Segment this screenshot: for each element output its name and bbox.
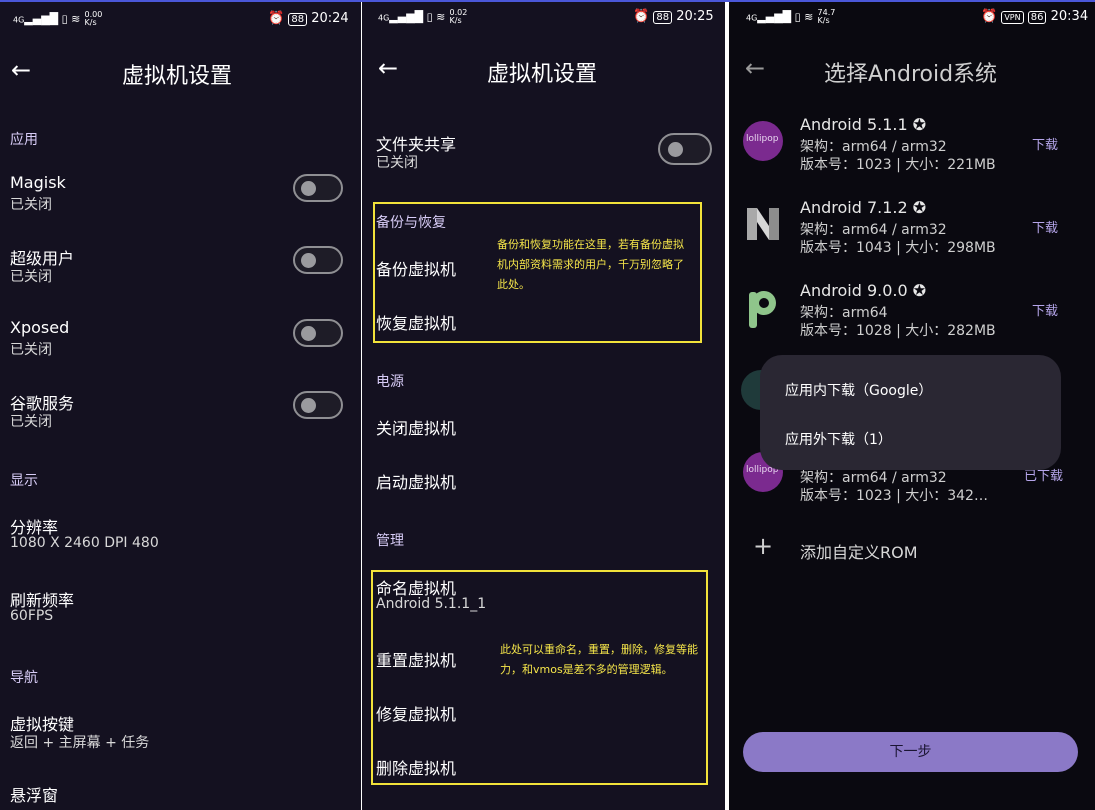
status-time: 20:34 xyxy=(1050,9,1089,24)
rom-arch: 架构：arm64 / arm32 xyxy=(800,222,947,238)
add-custom-rom[interactable]: 添加自定义ROM xyxy=(800,539,918,563)
battery-indicator: 86 xyxy=(1027,11,1047,24)
floating-window-title[interactable]: 悬浮窗 xyxy=(10,782,58,806)
rom-version: 版本号：1043 | 大小：298MB xyxy=(800,240,996,256)
manage-annotation: 此处可以重命名，重置，删除，修复等能力，和vmos是差不多的管理逻辑。 xyxy=(500,643,698,676)
xposed-toggle[interactable] xyxy=(293,319,343,347)
xposed-title: Xposed xyxy=(10,318,70,337)
back-arrow-icon[interactable]: ← xyxy=(745,54,765,82)
plus-icon[interactable]: + xyxy=(753,532,773,560)
section-display: 显示 xyxy=(10,473,38,489)
verified-icon: ✪ xyxy=(912,115,927,134)
status-time: 20:25 xyxy=(676,9,714,24)
battery-indicator: 88 xyxy=(288,13,308,26)
section-navigation: 导航 xyxy=(10,670,38,686)
alarm-icon: ⏰ xyxy=(633,9,650,24)
rom-version: 版本号：1023 | 大小：342… xyxy=(800,488,988,504)
android-system-picker: 4G▂▄▆█ ▯ ≋ 74.7 K/s ⏰ VPN 86 20:34 ← 选择A… xyxy=(729,2,1095,810)
section-manage: 管理 xyxy=(376,533,404,549)
google-services-status: 已关闭 xyxy=(10,414,52,430)
back-arrow-icon[interactable]: ← xyxy=(11,56,31,84)
rom-version: 版本号：1023 | 大小：221MB xyxy=(800,157,996,173)
superuser-status: 已关闭 xyxy=(10,269,52,285)
refresh-rate-value: 60FPS xyxy=(10,608,54,624)
start-vm-item[interactable]: 启动虚拟机 xyxy=(376,469,456,493)
rom-name: Android 9.0.0 ✪ xyxy=(800,281,927,300)
rom-version: 版本号：1028 | 大小：282MB xyxy=(800,323,996,339)
rom-arch: 架构：arm64 / arm32 xyxy=(800,470,947,486)
magisk-status: 已关闭 xyxy=(10,197,52,213)
virtual-keys-value: 返回 + 主屏幕 + 任务 xyxy=(10,735,150,751)
xposed-status: 已关闭 xyxy=(10,342,52,358)
vpn-icon: VPN xyxy=(1001,11,1024,24)
resolution-value: 1080 X 2460 DPI 480 xyxy=(10,535,159,551)
status-right: ⏰ VPN 86 20:34 xyxy=(981,9,1088,24)
rom-arch: 架构：arm64 / arm32 xyxy=(800,139,947,155)
page-title: 虚拟机设置 xyxy=(487,62,598,87)
magisk-toggle[interactable] xyxy=(293,174,343,202)
backup-annotation: 备份和恢复功能在这里，若有备份虚拟机内部资料需求的用户，千万别忽略了此处。 xyxy=(497,238,684,291)
menu-item-download-outside[interactable]: 应用外下载（1） xyxy=(785,429,892,449)
settings-panel-apps: 4G▂▄▆█ ▯ ≋ 0.00 K/s ⏰ 88 20:24 ← 虚拟机设置 应… xyxy=(0,2,361,810)
page-title: 虚拟机设置 xyxy=(122,64,233,89)
alarm-icon: ⏰ xyxy=(981,9,998,24)
verified-icon: ✪ xyxy=(912,198,927,217)
next-button[interactable]: 下一步 xyxy=(743,732,1078,772)
restore-vm-item[interactable]: 恢复虚拟机 xyxy=(376,310,456,334)
menu-item-download-inside[interactable]: 应用内下载（Google） xyxy=(785,380,932,400)
magisk-title: Magisk xyxy=(10,173,66,192)
rom-name: Android 7.1.2 ✪ xyxy=(800,198,927,217)
section-apps: 应用 xyxy=(10,132,38,148)
nougat-logo-icon xyxy=(743,204,783,244)
reset-vm-item[interactable]: 重置虚拟机 xyxy=(376,647,456,671)
back-arrow-icon[interactable]: ← xyxy=(378,54,398,82)
section-power: 电源 xyxy=(376,374,404,390)
download-button[interactable]: 下载 xyxy=(1032,300,1058,319)
folder-share-toggle[interactable] xyxy=(658,133,712,165)
lollipop-logo-icon: lollipop xyxy=(743,121,783,161)
status-right: ⏰ 88 20:24 xyxy=(268,11,349,26)
section-backup: 备份与恢复 xyxy=(376,215,446,231)
status-signal: 4G▂▄▆█ ▯ ≋ 74.7 K/s xyxy=(746,8,836,25)
status-signal: 4G▂▄▆█ ▯ ≋ 0.00 K/s xyxy=(13,10,103,27)
download-button[interactable]: 下载 xyxy=(1032,134,1058,153)
verified-icon: ✪ xyxy=(912,281,927,300)
repair-vm-item[interactable]: 修复虚拟机 xyxy=(376,701,456,725)
rename-vm-value: Android 5.1.1_1 xyxy=(376,596,487,612)
settings-panel-manage: 4G▂▄▆█ ▯ ≋ 0.02 K/s ⏰ 88 20:25 ← 虚拟机设置 文… xyxy=(362,2,725,810)
google-services-toggle[interactable] xyxy=(293,391,343,419)
folder-share-status: 已关闭 xyxy=(376,155,418,171)
download-button[interactable]: 下载 xyxy=(1032,217,1058,236)
superuser-toggle[interactable] xyxy=(293,246,343,274)
pie-logo-icon xyxy=(743,286,783,328)
status-signal: 4G▂▄▆█ ▯ ≋ 0.02 K/s xyxy=(378,8,468,25)
rom-arch: 架构：arm64 xyxy=(800,305,888,321)
rom-name: Android 5.1.1 ✪ xyxy=(800,115,927,134)
alarm-icon: ⏰ xyxy=(268,11,285,26)
shutdown-vm-item[interactable]: 关闭虚拟机 xyxy=(376,415,456,439)
status-right: ⏰ 88 20:25 xyxy=(633,9,714,24)
status-time: 20:24 xyxy=(311,11,349,26)
backup-vm-item[interactable]: 备份虚拟机 xyxy=(376,256,456,280)
battery-indicator: 88 xyxy=(653,11,673,24)
page-title: 选择Android系统 xyxy=(824,62,998,87)
delete-vm-item[interactable]: 删除虚拟机 xyxy=(376,755,456,779)
download-source-menu: 应用内下载（Google） 应用外下载（1） xyxy=(760,355,1061,470)
